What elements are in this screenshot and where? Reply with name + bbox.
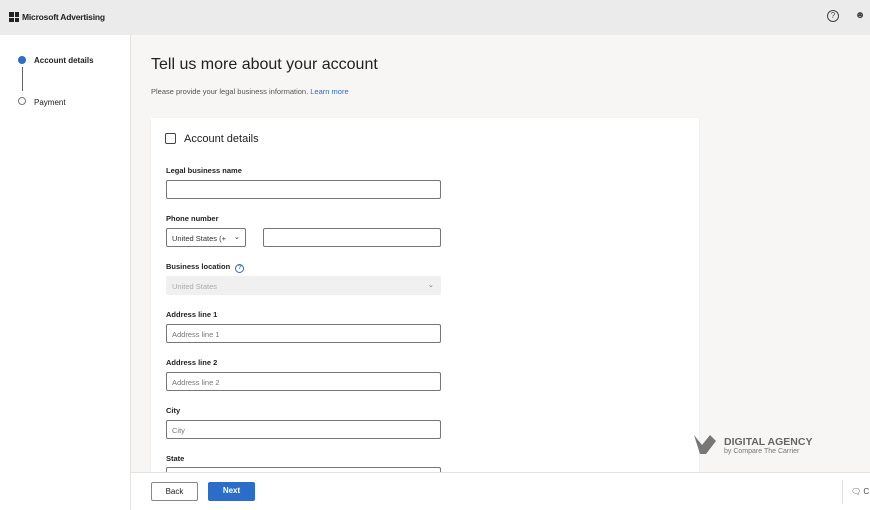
- info-icon[interactable]: ?: [235, 264, 245, 273]
- location-select: United States ⌄: [166, 276, 441, 295]
- card-title: Account details: [184, 133, 259, 145]
- location-label: Business location ?: [166, 262, 245, 273]
- address2-input[interactable]: Address line 2: [166, 372, 441, 391]
- city-input[interactable]: City: [166, 420, 441, 439]
- top-bar: [0, 0, 870, 35]
- legal-name-label: Legal business name: [166, 166, 242, 175]
- location-value: United States: [172, 282, 218, 291]
- digital-agency-logo: [693, 433, 717, 455]
- step-connector: [21, 67, 23, 91]
- page-subtitle: Please provide your legal business infor…: [151, 87, 349, 96]
- country-code-select[interactable]: United States (+ ⌄: [166, 228, 246, 247]
- address1-input[interactable]: Address line 1: [166, 324, 441, 343]
- help-icon[interactable]: ?: [827, 10, 839, 22]
- legal-name-input[interactable]: [166, 180, 441, 199]
- microsoft-logo-icon: [9, 12, 19, 22]
- back-button[interactable]: Back: [151, 482, 198, 501]
- location-label-text: Business location: [166, 262, 231, 271]
- brand-name: Microsoft Advertising: [22, 12, 105, 22]
- country-code-value: United States (+: [172, 234, 226, 243]
- chevron-down-icon: ⌄: [233, 232, 240, 241]
- next-button[interactable]: Next: [208, 482, 255, 501]
- step-inactive-icon: [18, 97, 26, 105]
- step-payment[interactable]: Payment: [34, 98, 66, 107]
- address1-label: Address line 1: [166, 310, 218, 319]
- divider: [842, 480, 843, 504]
- chat-button[interactable]: 🗨 C: [851, 487, 869, 496]
- city-label: City: [166, 406, 181, 415]
- form-icon: [165, 133, 176, 144]
- chevron-down-icon: ⌄: [427, 280, 434, 289]
- phone-input[interactable]: [263, 228, 441, 247]
- phone-label: Phone number: [166, 214, 219, 223]
- chat-label: C: [863, 487, 870, 496]
- watermark-subtitle: by Compare The Carrier: [724, 448, 800, 455]
- step-active-icon: [18, 56, 26, 64]
- chat-icon: 🗨: [851, 487, 862, 496]
- user-icon[interactable]: ☻: [854, 10, 866, 22]
- address2-label: Address line 2: [166, 358, 218, 367]
- page-title: Tell us more about your account: [151, 56, 378, 73]
- subtitle-text: Please provide your legal business infor…: [151, 87, 309, 96]
- learn-more-link[interactable]: Learn more: [310, 87, 348, 96]
- watermark-title: DIGITAL AGENCY: [724, 436, 813, 448]
- step-account-details[interactable]: Account details: [34, 56, 94, 65]
- state-label: State: [166, 454, 185, 463]
